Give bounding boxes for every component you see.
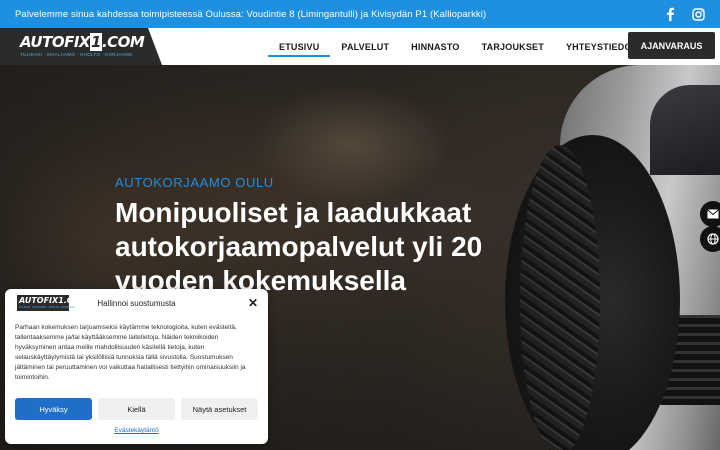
top-info-bar: Palvelemme sinua kahdessa toimipisteessä… [0, 0, 720, 28]
instagram-icon[interactable] [691, 7, 705, 21]
nav-item-tarjoukset[interactable]: TARJOUKSET [471, 28, 555, 65]
site-header: AUTOFIX1.COM TULIKASI · MAALAAMO · HUOLT… [0, 28, 720, 65]
hero-headline: Monipuoliset ja laadukkaat autokorjaamop… [115, 197, 483, 296]
cookie-policy-link[interactable]: Evästekäytäntö [5, 427, 268, 434]
nav-item-hinnasto[interactable]: HINNASTO [400, 28, 470, 65]
globe-icon[interactable] [700, 226, 720, 252]
cookie-consent-dialog: AUTOFIX1.COM TULIKASI · MAALAAMO · HUOLT… [5, 289, 268, 444]
logo-wordmark: AUTOFIX1.COM [20, 33, 145, 51]
mail-icon[interactable] [700, 201, 720, 227]
cookie-preferences-button[interactable]: Näytä asetukset [181, 398, 258, 420]
accept-cookies-button[interactable]: Hyväksy [15, 398, 92, 420]
cookie-dialog-title: Hallinnoi suostumusta [97, 299, 176, 308]
close-icon[interactable]: ✕ [247, 297, 259, 309]
site-logo[interactable]: AUTOFIX1.COM TULIKASI · MAALAAMO · HUOLT… [0, 28, 162, 65]
logo-tagline: TULIKASI · MAALAAMO · HUOLTO · KORJAAMO [20, 52, 133, 57]
nav-item-palvelut[interactable]: PALVELUT [330, 28, 400, 65]
nav-item-etusivu[interactable]: ETUSIVU [268, 28, 331, 65]
deny-cookies-button[interactable]: Kiellä [98, 398, 175, 420]
facebook-icon[interactable] [663, 7, 677, 21]
hero-eyebrow: AUTOKORJAAMO OULU [115, 175, 274, 190]
main-nav: ETUSIVU PALVELUT HINNASTO TARJOUKSET YHT… [268, 28, 648, 65]
booking-button[interactable]: AJANVARAUS [628, 32, 715, 59]
cookie-dialog-text: Parhaan kokemuksen tarjoamiseksi käytämm… [15, 324, 246, 381]
social-links [663, 7, 705, 21]
locations-text: Palvelemme sinua kahdessa toimipisteessä… [15, 8, 487, 20]
